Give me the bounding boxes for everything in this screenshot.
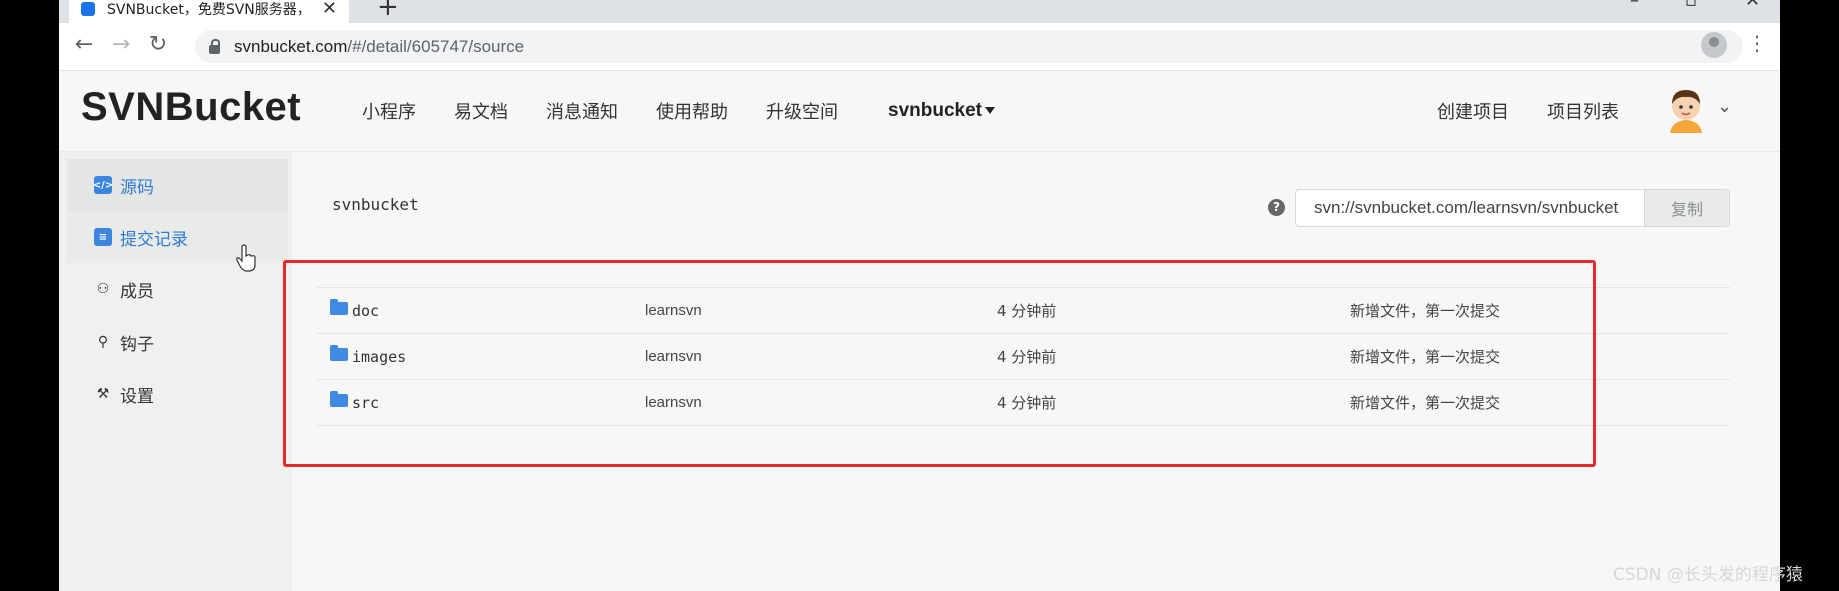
sidebar-item-source[interactable]: </> 源码 <box>67 159 288 211</box>
lock-icon <box>209 38 220 54</box>
create-project-link[interactable]: 创建项目 <box>1437 98 1509 124</box>
tab-title: SVNBucket，免费SVN服务器， <box>107 1 311 18</box>
nav-upgrade-space[interactable]: 升级空间 <box>766 98 838 124</box>
annotation-highlight-box <box>283 260 1596 467</box>
wrench-icon: ⚒ <box>96 386 110 402</box>
sidebar-item-label: 提交记录 <box>120 229 188 250</box>
window-close-icon[interactable]: ✕ <box>1745 0 1760 11</box>
browser-toolbar: ← → ↻ svnbucket.com/#/detail/605747/sour… <box>59 23 1780 71</box>
url-path: /#/detail/605747/source <box>347 36 525 56</box>
chevron-down-icon[interactable]: ⌄ <box>1717 96 1732 117</box>
nav-easy-docs[interactable]: 易文档 <box>454 98 508 124</box>
checkout-url-input[interactable] <box>1295 189 1645 227</box>
forward-icon[interactable]: → <box>107 32 135 57</box>
sidebar-item-hooks[interactable]: ⚲ 钩子 <box>67 316 288 368</box>
address-bar[interactable]: svnbucket.com/#/detail/605747/source ☆ <box>195 30 1743 63</box>
project-list-link[interactable]: 项目列表 <box>1547 98 1619 124</box>
repo-name: svnbucket <box>332 195 419 214</box>
browser-tab[interactable]: SVNBucket，免费SVN服务器， ✕ <box>69 0 349 23</box>
minimize-icon[interactable]: – <box>1630 0 1639 11</box>
watermark: CSDN @长头发的程序猿 <box>1613 565 1803 585</box>
project-dropdown-label: svnbucket <box>888 100 982 121</box>
project-dropdown[interactable]: svnbucket <box>888 100 995 122</box>
sidebar-item-label: 设置 <box>120 386 154 407</box>
nav-help[interactable]: 使用帮助 <box>656 98 728 124</box>
sidebar-item-label: 源码 <box>120 177 154 198</box>
site-favicon-icon <box>81 1 95 16</box>
code-icon: </> <box>93 176 113 194</box>
profile-icon[interactable] <box>1701 32 1727 58</box>
user-avatar[interactable] <box>1666 85 1706 133</box>
commit-log-icon: ≡ <box>94 228 112 246</box>
help-icon[interactable]: ? <box>1268 199 1285 216</box>
app-logo[interactable]: SVNBucket <box>81 85 301 130</box>
sidebar-item-settings[interactable]: ⚒ 设置 <box>67 368 288 420</box>
sidebar-item-label: 钩子 <box>120 334 154 355</box>
sidebar-item-label: 成员 <box>120 281 154 302</box>
hand-cursor-icon <box>236 244 256 272</box>
app-header: SVNBucket 小程序 易文档 消息通知 使用帮助 升级空间 svnbuck… <box>59 71 1780 152</box>
tab-close-icon[interactable]: ✕ <box>322 0 337 19</box>
hook-icon: ⚲ <box>97 334 109 350</box>
nav-notifications[interactable]: 消息通知 <box>546 98 618 124</box>
caret-down-icon <box>984 107 995 115</box>
right-nav: 创建项目 项目列表 <box>1437 71 1657 151</box>
new-tab-button[interactable]: + <box>377 0 399 22</box>
url-host: svnbucket.com <box>234 36 348 56</box>
browser-menu-icon[interactable]: ⋮ <box>1747 31 1767 55</box>
top-nav: 小程序 易文档 消息通知 使用帮助 升级空间 svnbucket <box>362 71 1033 151</box>
tab-strip: SVNBucket，免费SVN服务器， ✕ + – ▫ ✕ <box>59 0 1780 23</box>
browser-window: SVNBucket，免费SVN服务器， ✕ + – ▫ ✕ ← → ↻ svnb… <box>59 0 1780 591</box>
maximize-icon[interactable]: ▫ <box>1685 0 1697 11</box>
members-icon: ⚇ <box>96 281 110 297</box>
copy-button[interactable]: 复制 <box>1644 189 1730 227</box>
back-icon[interactable]: ← <box>70 32 98 57</box>
nav-mini-program[interactable]: 小程序 <box>362 98 416 124</box>
address-url[interactable]: svnbucket.com/#/detail/605747/source <box>234 37 524 57</box>
sidebar: </> 源码 ≡ 提交记录 ⚇ 成员 ⚲ 钩子 ⚒ 设置 <box>59 152 292 591</box>
reload-icon[interactable]: ↻ <box>144 32 172 57</box>
